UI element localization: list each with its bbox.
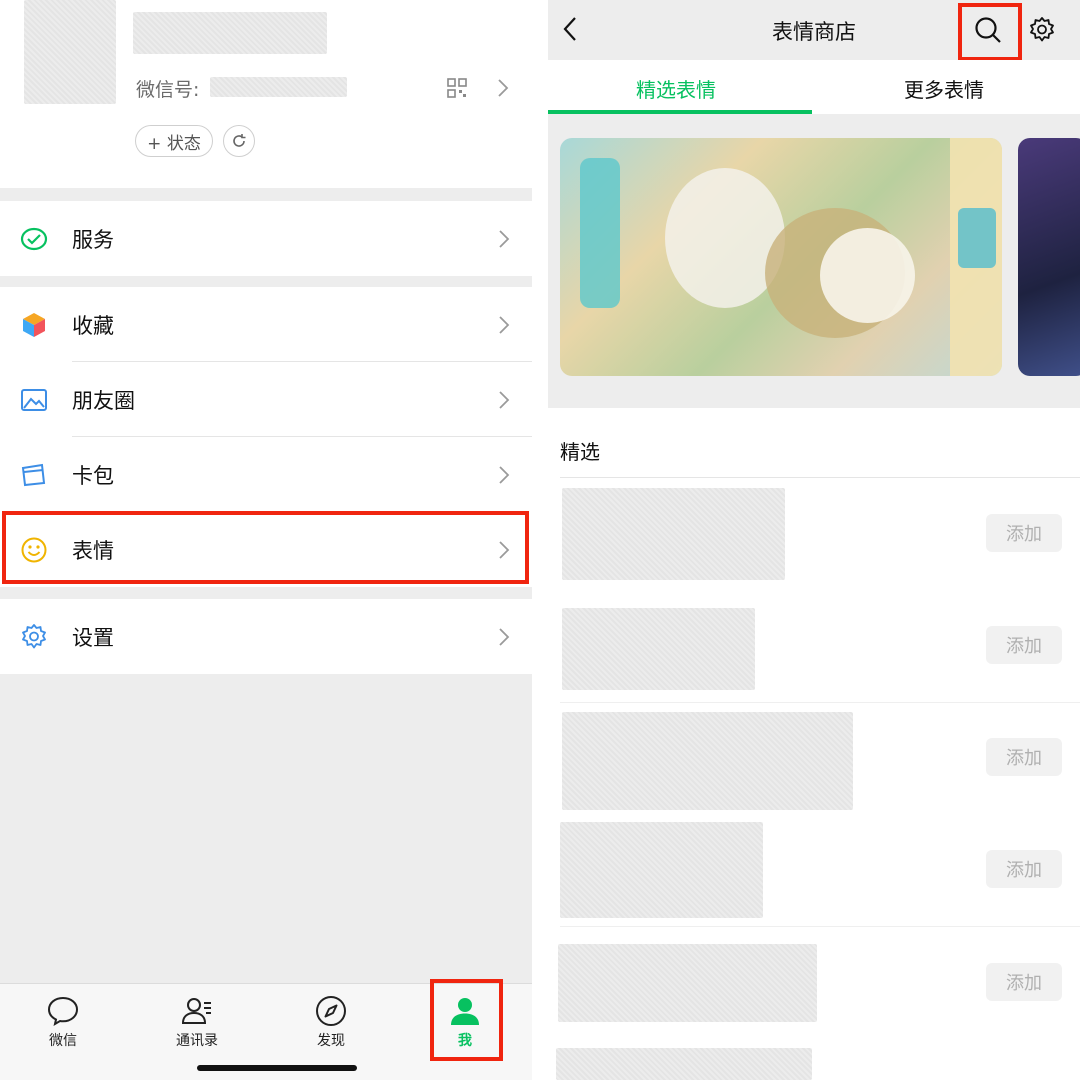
chevron-right-icon (499, 627, 510, 646)
stickers-highlight-box (2, 511, 529, 584)
sticker-list-item[interactable]: 添加 (548, 932, 1080, 1042)
add-sticker-button[interactable]: 添加 (986, 850, 1062, 888)
add-sticker-button[interactable]: 添加 (986, 738, 1062, 776)
refresh-icon (233, 134, 246, 147)
nickname-redacted (133, 12, 327, 54)
menu-item-favorites[interactable]: 收藏 (0, 287, 532, 362)
wechat-id-label: 微信号: (136, 79, 200, 101)
moments-photo-icon (21, 388, 47, 411)
menu-label-moments: 朋友圈 (72, 388, 135, 413)
sticker-thumbnail (556, 1048, 812, 1080)
settings-group: 设置 (0, 599, 532, 674)
panel-gap (532, 0, 548, 1080)
me-page: 微信号: + 状态 服务 收藏 朋友圈 卡包 表情 设置 微信 通讯录 发现 我 (0, 0, 532, 1080)
sticker-store-page: 表情商店 精选表情 更多表情 精选 添加 添加 添加 添加 添加 (548, 0, 1080, 1080)
tab-label-chats: 微信 (49, 1033, 77, 1049)
sticker-list-item[interactable]: 添加 (548, 708, 1080, 818)
tab-more-stickers[interactable]: 更多表情 (904, 74, 984, 103)
chevron-right-icon (498, 79, 509, 97)
sticker-thumbnail (562, 488, 785, 580)
home-indicator[interactable] (197, 1065, 357, 1071)
wechat-id-redacted (210, 77, 347, 97)
next-banner[interactable] (1018, 138, 1080, 376)
services-group: 服务 (0, 201, 532, 276)
menu-label-cards: 卡包 (72, 463, 114, 488)
sticker-thumbnail (562, 608, 755, 690)
contacts-icon (181, 998, 211, 1024)
store-tabs: 精选表情 更多表情 (548, 60, 1080, 114)
profile-card[interactable]: 微信号: + 状态 (0, 0, 532, 188)
add-sticker-button[interactable]: 添加 (986, 963, 1062, 1001)
menu-item-services[interactable]: 服务 (0, 201, 532, 276)
qrcode-icon[interactable] (447, 78, 467, 98)
menu-item-settings[interactable]: 设置 (0, 599, 532, 674)
compass-icon (316, 996, 346, 1026)
menu-label-settings: 设置 (72, 625, 114, 650)
sticker-thumbnail (558, 944, 817, 1022)
wallet-card-icon (21, 463, 46, 486)
banner-carousel (548, 114, 1080, 408)
tab-label-contacts: 通讯录 (176, 1033, 218, 1049)
menu-label-services: 服务 (72, 227, 114, 252)
avatar[interactable] (24, 0, 116, 104)
add-sticker-button[interactable]: 添加 (986, 514, 1062, 552)
tab-chats[interactable]: 微信 (23, 994, 103, 1050)
menu-item-cards[interactable]: 卡包 (0, 437, 532, 512)
favorites-cube-icon (23, 312, 45, 337)
tab-contacts[interactable]: 通讯录 (157, 994, 237, 1050)
chat-bubble-icon (47, 996, 79, 1027)
chevron-right-icon (499, 390, 510, 409)
chevron-right-icon (499, 229, 510, 248)
gear-icon (22, 623, 46, 648)
refresh-status-button[interactable] (223, 125, 255, 157)
featured-banner[interactable] (560, 138, 1002, 376)
status-button-label: + 状态 (147, 133, 201, 154)
sticker-list-item[interactable]: 添加 (548, 596, 1080, 706)
tab-discover[interactable]: 发现 (291, 994, 371, 1050)
menu-item-moments[interactable]: 朋友圈 (0, 362, 532, 437)
services-icon (20, 227, 48, 250)
chevron-right-icon (499, 465, 510, 484)
gear-icon[interactable] (1028, 16, 1056, 44)
divider (560, 926, 1080, 927)
sticker-list-item[interactable] (548, 1042, 1080, 1080)
tab-label-discover: 发现 (317, 1033, 345, 1049)
sticker-thumbnail (562, 712, 853, 810)
menu-label-favorites: 收藏 (72, 313, 114, 338)
search-highlight-box (958, 3, 1022, 61)
section-title: 精选 (560, 440, 600, 464)
divider (560, 702, 1080, 703)
add-sticker-button[interactable]: 添加 (986, 626, 1062, 664)
tab-featured-stickers[interactable]: 精选表情 (636, 74, 716, 103)
sticker-list-item[interactable]: 添加 (548, 818, 1080, 928)
sticker-list-item[interactable]: 添加 (548, 478, 1080, 593)
add-status-button[interactable]: + 状态 (135, 125, 213, 157)
me-tab-highlight-box (430, 979, 503, 1061)
sticker-thumbnail (560, 822, 763, 918)
chevron-right-icon (499, 315, 510, 334)
